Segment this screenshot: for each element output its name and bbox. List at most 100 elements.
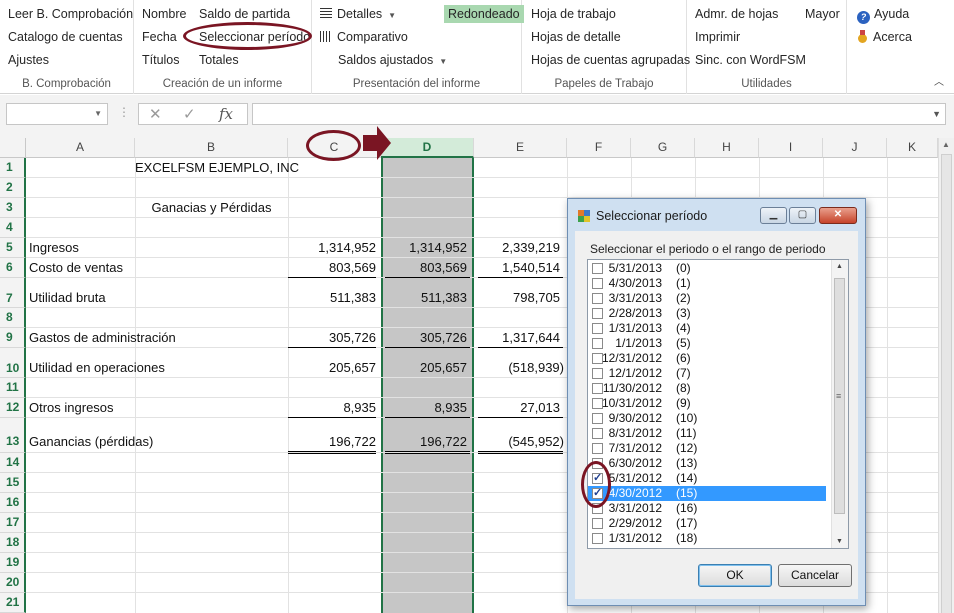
column-header[interactable]: H [695, 138, 759, 158]
scroll-down-icon[interactable]: ▼ [836, 538, 843, 545]
minimize-button[interactable]: ▁ [760, 207, 787, 224]
period-item[interactable]: 4/30/2013 (1) [588, 276, 826, 291]
checkbox[interactable] [592, 368, 603, 379]
row-header[interactable]: 3 [0, 198, 26, 218]
hojas-de-detalle-button[interactable]: Hojas de detalle [531, 29, 621, 45]
row-header[interactable]: 15 [0, 473, 26, 493]
period-item[interactable]: 2/29/2012 (17) [588, 516, 826, 531]
period-item[interactable]: 1/1/2013 (5) [588, 336, 826, 351]
line-label[interactable]: Otros ingresos [29, 400, 114, 416]
period-item[interactable]: 11/30/2012 (8) [588, 381, 826, 396]
checkbox[interactable] [592, 383, 603, 394]
hoja-de-trabajo-button[interactable]: Hoja de trabajo [531, 6, 616, 22]
period-item[interactable]: 12/31/2012 (6) [588, 351, 826, 366]
checkbox[interactable] [592, 338, 603, 349]
row-header[interactable]: 14 [0, 453, 26, 473]
period-item[interactable]: 6/30/2012 (13) [588, 456, 826, 471]
period-item[interactable]: 3/31/2013 (2) [588, 291, 826, 306]
row-header[interactable]: 8 [0, 308, 26, 328]
period-item[interactable]: 8/31/2012 (11) [588, 426, 826, 441]
checkbox[interactable] [592, 443, 603, 454]
vertical-scrollbar[interactable]: ▲ [938, 138, 954, 613]
cancel-icon[interactable]: ✕ [149, 105, 162, 123]
checkbox[interactable] [592, 323, 603, 334]
value-d[interactable]: 8,935 [381, 400, 467, 416]
row-header[interactable]: 4 [0, 218, 26, 238]
maximize-button[interactable]: ▢ [789, 207, 816, 224]
company-name-cell[interactable]: EXCELFSM EJEMPLO, INC [135, 160, 299, 176]
period-item[interactable]: 5/31/2012 (14) [588, 471, 826, 486]
ok-button[interactable]: OK [698, 564, 772, 587]
period-item[interactable]: 1/31/2013 (4) [588, 321, 826, 336]
period-item[interactable]: 7/31/2012 (12) [588, 441, 826, 456]
fx-icon[interactable]: fx [219, 105, 233, 123]
period-item[interactable]: 5/31/2013 (0) [588, 261, 826, 276]
row-header[interactable]: 2 [0, 178, 26, 198]
acerca-button[interactable]: Acerca [857, 29, 912, 45]
column-header[interactable]: A [26, 138, 135, 158]
line-label[interactable]: Utilidad bruta [29, 290, 106, 306]
line-label[interactable]: Ingresos [29, 240, 79, 256]
period-item[interactable]: 12/1/2012 (7) [588, 366, 826, 381]
row-header[interactable]: 19 [0, 553, 26, 573]
column-header[interactable]: B [135, 138, 288, 158]
chevron-up-icon[interactable]: ︿ [934, 73, 944, 88]
row-header[interactable]: 16 [0, 493, 26, 513]
check-icon[interactable]: ✓ [183, 105, 196, 123]
admr-de-hojas-button[interactable]: Admr. de hojas [695, 6, 778, 22]
row-header[interactable]: 11 [0, 378, 26, 398]
titulos-button[interactable]: Títulos [142, 52, 180, 68]
row-header[interactable]: 18 [0, 533, 26, 553]
totales-button[interactable]: Totales [199, 52, 239, 68]
column-header[interactable]: I [759, 138, 823, 158]
row-header[interactable]: 20 [0, 573, 26, 593]
line-label[interactable]: Gastos de administración [29, 330, 176, 346]
name-box[interactable]: ▼ [6, 103, 108, 125]
checkbox[interactable] [592, 413, 603, 424]
column-header-selected[interactable]: D [381, 138, 474, 158]
checkbox[interactable] [592, 428, 603, 439]
row-header[interactable]: 21 [0, 593, 26, 613]
column-header[interactable]: E [474, 138, 567, 158]
nombre-button[interactable]: Nombre [142, 6, 186, 22]
scroll-thumb[interactable] [941, 154, 952, 613]
value-c[interactable]: 205,657 [288, 360, 376, 376]
redondeado-button[interactable]: Redondeado [444, 5, 524, 23]
value-d[interactable]: 305,726 [381, 330, 467, 346]
value-c[interactable]: 803,569 [288, 260, 376, 276]
report-title-cell[interactable]: Ganacias y Pérdidas [135, 200, 288, 216]
row-header[interactable]: 13 [0, 418, 26, 453]
row-header[interactable]: 6 [0, 258, 26, 278]
checkbox[interactable] [592, 533, 603, 544]
scroll-up-icon[interactable]: ▲ [942, 140, 950, 149]
value-e[interactable]: (518,939) [474, 360, 564, 376]
period-item[interactable]: 1/31/2012 (18) [588, 531, 826, 546]
select-all-corner[interactable] [0, 138, 26, 158]
checkbox[interactable] [592, 263, 603, 274]
fecha-button[interactable]: Fecha [142, 29, 177, 45]
leer-b-comprobacion-button[interactable]: Leer B. Comprobación [8, 6, 133, 22]
value-c[interactable]: 1,314,952 [288, 240, 376, 256]
value-e[interactable]: 1,540,514 [474, 260, 560, 276]
line-label[interactable]: Ganancias (pérdidas) [29, 434, 153, 450]
value-c[interactable]: 196,722 [288, 434, 376, 450]
value-d[interactable]: 196,722 [381, 434, 467, 450]
value-c[interactable]: 511,383 [288, 290, 376, 306]
period-item[interactable]: 2/28/2013 (3) [588, 306, 826, 321]
period-item[interactable]: 3/31/2012 (16) [588, 501, 826, 516]
line-label[interactable]: Utilidad en operaciones [29, 360, 165, 376]
hojas-de-cuentas-agrupadas-button[interactable]: Hojas de cuentas agrupadas [531, 52, 690, 68]
row-header[interactable]: 12 [0, 398, 26, 418]
row-header[interactable]: 5 [0, 238, 26, 258]
value-c[interactable]: 8,935 [288, 400, 376, 416]
checkbox[interactable] [592, 293, 603, 304]
mayor-button[interactable]: Mayor [805, 6, 840, 22]
value-d[interactable]: 205,657 [381, 360, 467, 376]
value-d[interactable]: 803,569 [381, 260, 467, 276]
column-header[interactable]: G [631, 138, 695, 158]
column-header[interactable]: J [823, 138, 887, 158]
value-e[interactable]: (545,952) [474, 434, 564, 450]
checkbox[interactable] [592, 278, 603, 289]
row-header[interactable]: 10 [0, 348, 26, 378]
saldos-ajustados-dropdown[interactable]: Saldos ajustados ▼ [338, 52, 447, 70]
